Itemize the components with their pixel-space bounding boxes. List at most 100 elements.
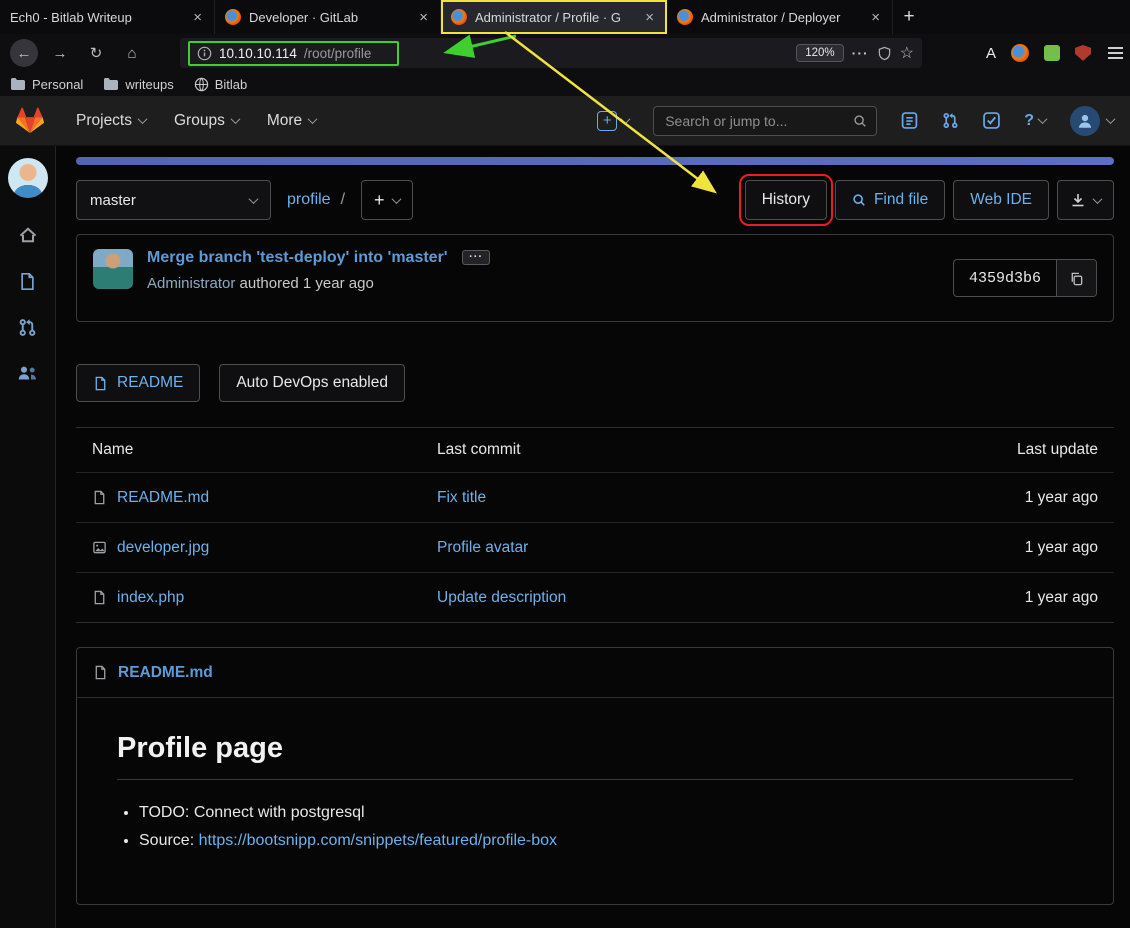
reload-button[interactable]: ↻ bbox=[82, 39, 110, 67]
column-header-last-update: Last update bbox=[948, 441, 1098, 459]
find-file-button[interactable]: Find file bbox=[835, 180, 945, 220]
search-icon bbox=[852, 193, 866, 207]
tab-administrator-deployer[interactable]: Administrator / Deployer × bbox=[667, 0, 893, 34]
readme-viewer: README.md Profile page TODO: Connect wit… bbox=[76, 647, 1114, 905]
column-header-last-commit: Last commit bbox=[437, 441, 948, 459]
extension-green-icon[interactable] bbox=[1044, 45, 1060, 61]
sidebar-item-members[interactable] bbox=[17, 364, 38, 381]
commit-title-link[interactable]: Merge branch 'test-deploy' into 'master' bbox=[147, 249, 448, 266]
table-header-row: Name Last commit Last update bbox=[76, 428, 1114, 472]
info-icon bbox=[197, 46, 212, 61]
breadcrumb-project-link[interactable]: profile bbox=[287, 191, 331, 208]
zoom-indicator[interactable]: 120% bbox=[796, 44, 843, 62]
chevron-down-icon bbox=[1106, 114, 1116, 124]
tab-developer-gitlab[interactable]: Developer · GitLab × bbox=[215, 0, 441, 34]
project-sidebar bbox=[0, 146, 56, 928]
bookmark-label: Personal bbox=[32, 77, 83, 92]
gitlab-logo-icon[interactable] bbox=[16, 107, 44, 134]
close-icon[interactable]: × bbox=[869, 9, 882, 26]
bookmarks-bar: Personal writeups Bitlab bbox=[0, 72, 1130, 96]
readme-bullet: Source: https://bootsnipp.com/snippets/f… bbox=[139, 832, 1073, 850]
avatar bbox=[1070, 106, 1100, 136]
tab-title: Developer · GitLab bbox=[249, 10, 409, 25]
issues-icon[interactable] bbox=[901, 112, 918, 129]
help-icon: ? bbox=[1024, 112, 1034, 130]
download-source-button[interactable] bbox=[1057, 180, 1114, 220]
url-path: /root/profile bbox=[304, 46, 372, 61]
bookmark-label: Bitlab bbox=[215, 77, 248, 92]
bookmark-personal[interactable]: Personal bbox=[10, 77, 83, 92]
chevron-down-icon bbox=[621, 114, 631, 124]
search-box[interactable] bbox=[653, 106, 877, 136]
ublock-shield-icon[interactable] bbox=[1075, 45, 1091, 61]
plus-icon: + bbox=[374, 191, 385, 209]
new-menu-button[interactable]: + bbox=[597, 111, 629, 131]
copy-commit-sha-button[interactable] bbox=[1056, 260, 1096, 296]
bookmark-writeups[interactable]: writeups bbox=[103, 77, 173, 92]
history-button[interactable]: History bbox=[745, 180, 827, 220]
profile-box-link[interactable]: https://bootsnipp.com/snippets/featured/… bbox=[199, 832, 557, 849]
commit-message-link[interactable]: Update description bbox=[437, 589, 948, 607]
close-icon[interactable]: × bbox=[643, 9, 656, 26]
nav-more-menu[interactable]: More bbox=[267, 112, 316, 130]
forward-button[interactable]: → bbox=[46, 39, 74, 67]
project-avatar[interactable] bbox=[8, 158, 48, 198]
branch-selector[interactable]: master bbox=[76, 180, 271, 220]
tab-bitlab-writeup[interactable]: Ech0 - Bitlab Writeup × bbox=[0, 0, 215, 34]
sidebar-item-overview[interactable] bbox=[18, 225, 38, 245]
home-button[interactable]: ⌂ bbox=[118, 39, 146, 67]
extension-a-icon[interactable]: A bbox=[986, 45, 996, 62]
close-icon[interactable]: × bbox=[417, 9, 430, 26]
add-file-dropdown[interactable]: + bbox=[361, 180, 413, 220]
help-menu[interactable]: ? bbox=[1024, 112, 1046, 130]
readme-button[interactable]: README bbox=[76, 364, 200, 402]
table-row[interactable]: index.php Update description 1 year ago bbox=[76, 572, 1114, 622]
nav-groups-menu[interactable]: Groups bbox=[174, 112, 239, 130]
breadcrumb: profile/ bbox=[287, 191, 345, 209]
bookmark-bitlab[interactable]: Bitlab bbox=[194, 77, 248, 92]
commit-message-link[interactable]: Fix title bbox=[437, 489, 948, 507]
table-row[interactable]: README.md Fix title 1 year ago bbox=[76, 472, 1114, 522]
file-link[interactable]: index.php bbox=[117, 589, 184, 607]
sidebar-item-merge-requests[interactable] bbox=[18, 318, 37, 337]
url-host: 10.10.10.114 bbox=[219, 46, 297, 61]
bookmark-star-icon[interactable]: ☆ bbox=[900, 43, 914, 63]
commit-authored-text: authored 1 year ago bbox=[240, 275, 374, 292]
search-input[interactable] bbox=[663, 112, 847, 130]
menu-icon[interactable] bbox=[1106, 45, 1124, 61]
table-row[interactable]: developer.jpg Profile avatar 1 year ago bbox=[76, 522, 1114, 572]
tab-title: Administrator / Deployer bbox=[701, 10, 861, 25]
back-button[interactable]: ← bbox=[10, 39, 38, 67]
tab-administrator-profile[interactable]: Administrator / Profile · G × bbox=[441, 0, 667, 34]
commit-author-avatar[interactable] bbox=[93, 249, 133, 289]
file-link[interactable]: README.md bbox=[117, 489, 209, 507]
auto-devops-button[interactable]: Auto DevOps enabled bbox=[219, 364, 405, 402]
expand-commit-button[interactable]: ··· bbox=[462, 250, 490, 265]
commit-sha: 4359d3b6 bbox=[954, 270, 1056, 287]
merge-requests-icon[interactable] bbox=[942, 112, 959, 129]
sidebar-item-repository[interactable] bbox=[18, 272, 37, 291]
nav-projects-menu[interactable]: Projects bbox=[76, 112, 146, 130]
gitlab-header: Projects Groups More + bbox=[0, 96, 1130, 146]
close-icon[interactable]: × bbox=[191, 9, 204, 26]
commit-message-link[interactable]: Profile avatar bbox=[437, 539, 948, 557]
todos-icon[interactable] bbox=[983, 112, 1000, 129]
readme-bullet: TODO: Connect with postgresql bbox=[139, 804, 1073, 822]
chevron-down-icon bbox=[138, 114, 148, 124]
new-tab-button[interactable]: + bbox=[893, 0, 925, 34]
chevron-down-icon bbox=[1038, 114, 1048, 124]
file-link[interactable]: developer.jpg bbox=[117, 539, 209, 557]
project-buttons-row: README Auto DevOps enabled bbox=[76, 364, 1114, 402]
folder-icon bbox=[103, 77, 119, 91]
shield-icon[interactable] bbox=[877, 46, 892, 61]
last-update-cell: 1 year ago bbox=[948, 589, 1098, 607]
firefox-icon bbox=[451, 9, 467, 25]
page-actions-icon[interactable]: ··· bbox=[852, 45, 869, 61]
firefox-account-icon[interactable] bbox=[1011, 44, 1029, 62]
user-menu[interactable] bbox=[1070, 106, 1114, 136]
web-ide-button[interactable]: Web IDE bbox=[953, 180, 1049, 220]
tab-title: Administrator / Profile · G bbox=[475, 10, 635, 25]
url-bar[interactable]: 10.10.10.114/root/profile 120% ··· ☆ bbox=[180, 38, 922, 68]
file-document-icon bbox=[92, 590, 107, 605]
commit-author-link[interactable]: Administrator bbox=[147, 275, 235, 292]
